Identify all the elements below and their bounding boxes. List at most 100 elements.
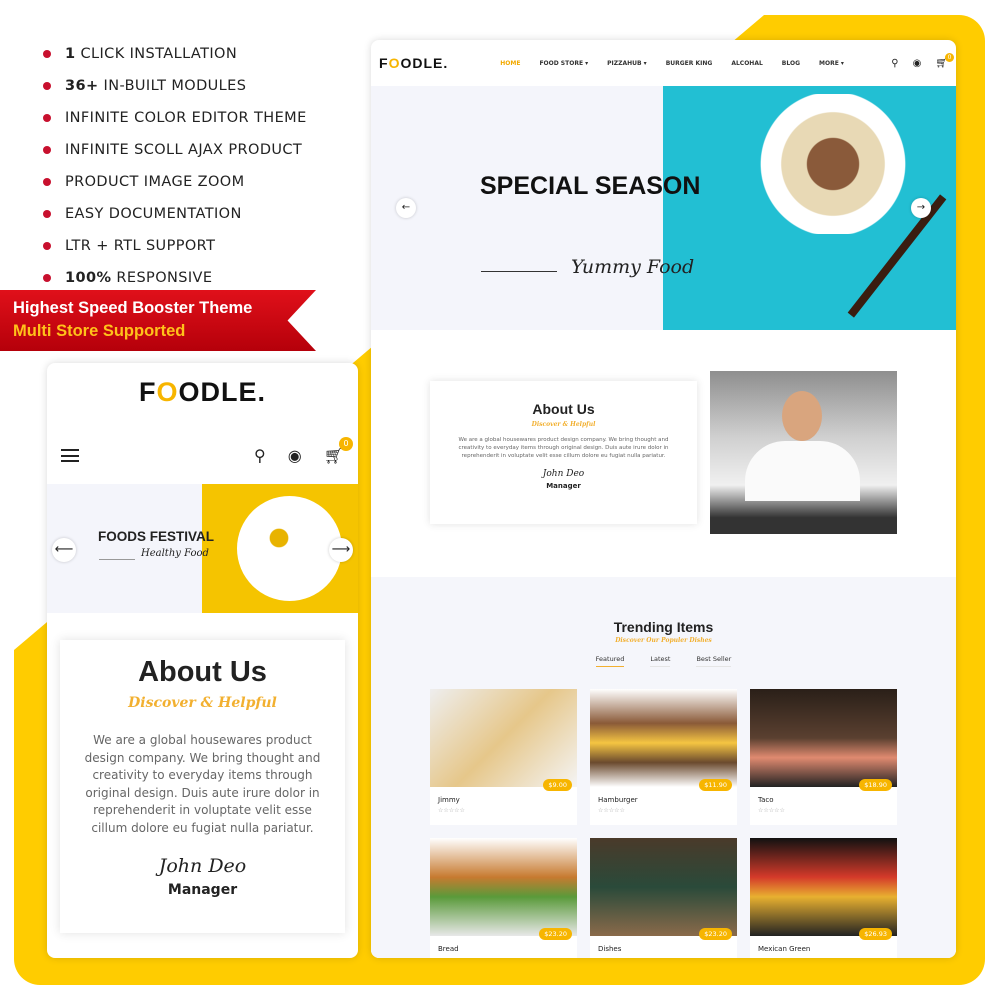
feature-list: 1 CLICK INSTALLATION 36+ IN-BUILT MODULES … [40,38,307,294]
hero-script: Yummy Food [571,256,695,278]
prev-slide-button[interactable]: ← [396,198,416,218]
product-card[interactable]: $23.20 Bread [430,838,577,958]
menu-food-store[interactable]: FOOD STORE ▾ [539,60,588,67]
product-card[interactable]: $23.20 Dishes [590,838,737,958]
product-image[interactable] [750,689,897,787]
menu-blog[interactable]: BLOG [782,60,800,67]
price-badge: $11.90 [699,779,732,791]
ribbon-line-1: Highest Speed Booster Theme [13,299,253,317]
bullet-icon [43,146,51,154]
product-card[interactable]: $26.93 Mexican Green [750,838,897,958]
feature-item: 36+ IN-BUILT MODULES [40,70,307,102]
cart-icon[interactable]: 🛒︎ 0 [324,437,353,465]
trending-subtitle: Discover Our Populer Dishes [615,637,712,644]
bullet-icon [43,50,51,58]
signature: John Deo [542,469,585,479]
about-subtitle: Discover & Helpful [531,421,596,428]
product-card[interactable]: $18.90 Taco ☆☆☆☆☆ [750,689,897,825]
about-card: About Us Discover & Helpful We are a glo… [430,381,697,524]
price-badge: $26.93 [859,928,892,940]
role: Manager [167,882,238,898]
cart-count-badge: 0 [945,52,954,62]
product-name[interactable]: Mexican Green [758,945,897,953]
about-text: We are a global housewares product desig… [84,733,321,835]
hero-title: FOODS FESTIVAL [98,529,215,544]
search-icon[interactable]: ⚲ [254,446,266,465]
plate-image [237,496,342,601]
bullet-icon [43,210,51,218]
feature-text: CLICK INSTALLATION [80,46,238,62]
trending-section: Trending Items Discover Our Populer Dish… [371,577,956,958]
user-icon[interactable]: ◉ [913,58,922,69]
menu-home[interactable]: HOME [500,60,520,67]
product-card[interactable]: $11.90 Hamburger ☆☆☆☆☆ [590,689,737,825]
main-menu: HOME FOOD STORE ▾ PIZZAHUB ▾ BURGER KING… [500,60,844,67]
mobile-header: ⚲ ◉ 🛒︎ 0 [61,437,353,465]
feature-text: EASY DOCUMENTATION [65,206,242,222]
product-name[interactable]: Dishes [598,945,737,953]
product-image[interactable] [430,689,577,787]
tab-best-seller[interactable]: Best Seller [696,655,732,667]
mobile-hero-slider: FOODS FESTIVAL Healthy Food ⟵ ⟶ [47,484,358,613]
tab-latest[interactable]: Latest [650,655,671,667]
header-nav: FOODLE. HOME FOOD STORE ▾ PIZZAHUB ▾ BUR… [371,40,956,86]
price-badge: $23.20 [699,928,732,940]
desktop-preview: FOODLE. HOME FOOD STORE ▾ PIZZAHUB ▾ BUR… [371,40,956,958]
price-badge: $23.20 [539,928,572,940]
ribbon-line-2: Multi Store Supported [13,322,186,340]
product-name[interactable]: Jimmy [438,796,577,804]
hero-slider: SPECIAL SEASON Yummy Food ← → [371,86,956,330]
divider [99,559,135,560]
product-grid: $9.00 Jimmy ☆☆☆☆☆ $11.90 Hamburger ☆☆☆☆☆ $18.9… [430,689,897,958]
feature-bold: 100% [65,270,112,286]
price-badge: $18.90 [859,779,892,791]
product-image[interactable] [590,838,737,936]
mobile-logo[interactable]: FOODLE. [47,377,358,408]
feature-text: RESPONSIVE [116,270,213,286]
mobile-about-card: About Us Discover & Helpful We are a glo… [60,640,345,933]
user-icon[interactable]: ◉ [288,446,302,465]
promo-ribbon: Highest Speed Booster Theme Multi Store … [0,290,316,351]
hero-script: Healthy Food [141,548,209,559]
feature-item: 1 CLICK INSTALLATION [40,38,307,70]
about-title: About Us [532,401,595,417]
feature-text: INFINITE COLOR EDITOR THEME [65,110,307,126]
product-name[interactable]: Hamburger [598,796,737,804]
product-image[interactable] [430,838,577,936]
menu-burger-king[interactable]: BURGER KING [666,60,713,67]
product-image[interactable] [590,689,737,787]
product-card[interactable]: $9.00 Jimmy ☆☆☆☆☆ [430,689,577,825]
menu-pizzahub[interactable]: PIZZAHUB ▾ [607,60,647,67]
feature-item: INFINITE SCOLL AJAX PRODUCT [40,134,307,166]
bullet-icon [43,82,51,90]
about-title: About Us [138,656,267,688]
bullet-icon [43,274,51,282]
next-slide-button[interactable]: → [911,198,931,218]
next-slide-button[interactable]: ⟶ [329,538,353,562]
product-tabs: Featured Latest Best Seller [371,655,956,667]
search-icon[interactable]: ⚲ [891,58,898,69]
price-badge: $9.00 [543,779,572,791]
feature-bold: 36+ [65,78,99,94]
tab-featured[interactable]: Featured [595,655,625,667]
about-text: We are a global housewares product desig… [458,437,669,459]
menu-icon[interactable] [61,449,79,462]
logo[interactable]: FOODLE. [379,55,448,71]
menu-alcohal[interactable]: ALCOHAL [731,60,762,67]
chef-image [710,371,897,534]
hero-title: SPECIAL SEASON [480,172,701,200]
product-image[interactable] [750,838,897,936]
feature-item: PRODUCT IMAGE ZOOM [40,166,307,198]
rating-stars: ☆☆☆☆☆ [598,807,625,814]
feature-item: INFINITE COLOR EDITOR THEME [40,102,307,134]
mobile-header-icons: ⚲ ◉ 🛒︎ 0 [254,437,353,465]
product-name[interactable]: Bread [438,945,577,953]
about-subtitle: Discover & Helpful [128,695,277,711]
product-name[interactable]: Taco [758,796,897,804]
prev-slide-button[interactable]: ⟵ [52,538,76,562]
feature-text: IN-BUILT MODULES [103,78,247,94]
cart-icon[interactable]: 🛒︎ 0 [935,52,954,69]
menu-more[interactable]: MORE ▾ [819,60,844,67]
header-icons: ⚲ ◉ 🛒︎ 0 [891,52,954,69]
feature-item: 100% RESPONSIVE [40,262,307,294]
